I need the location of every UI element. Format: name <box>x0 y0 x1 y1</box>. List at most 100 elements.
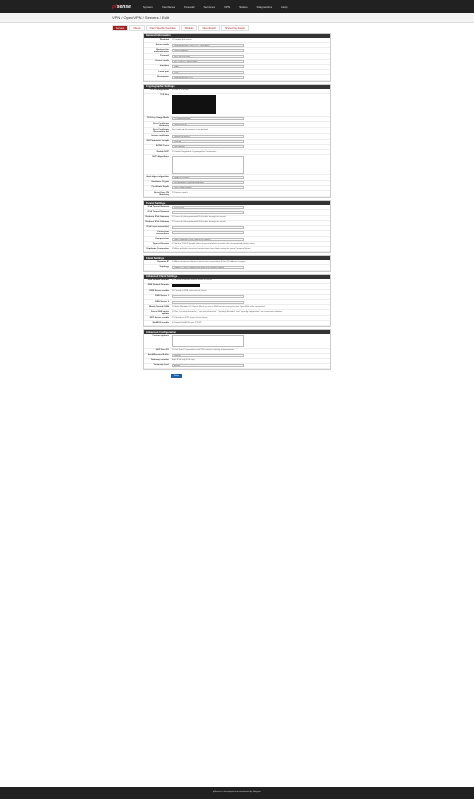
input-field[interactable] <box>172 295 244 299</box>
input-field[interactable]: Remote Access VPN <box>172 75 244 79</box>
input-field[interactable] <box>172 226 244 230</box>
input-field[interactable]: WAN <box>172 65 244 69</box>
nav-item-system[interactable]: System <box>143 5 153 9</box>
input-field[interactable]: Default <box>172 354 244 358</box>
field-value: ☑ Use a TLS Key <box>172 89 330 92</box>
field-label: Server mode <box>155 43 169 46</box>
input-field[interactable]: Remote Access ( SSL/TLS + User Auth ) <box>172 43 244 47</box>
nav-item-services[interactable]: Services <box>203 5 215 9</box>
checkbox-label: Force all client-generated IPv4 traffic … <box>174 216 227 219</box>
checkbox-label: Make Windows 10 Clients Block access to … <box>174 305 265 308</box>
tab-servers[interactable]: Servers <box>112 25 129 31</box>
input-field[interactable]: Omit Preference (Use OpenVPN Default) <box>172 237 244 241</box>
input-field[interactable]: default <box>172 364 244 368</box>
field-value: One (Client+Server) <box>172 186 330 190</box>
field-label: Peer Certificate Authority <box>152 122 169 127</box>
field-value <box>172 155 330 174</box>
field-label: IPv4 Local network(s) <box>146 226 170 229</box>
tab-shared-key-export[interactable]: Shared Key Export <box>221 25 250 31</box>
field-value: UDP on IPv4 only <box>172 55 330 59</box>
checkbox-label: Disable this server <box>174 38 192 41</box>
nav-item-firewall[interactable]: Firewall <box>184 5 194 9</box>
field-label: Hardware Crypto <box>151 181 169 184</box>
input-field[interactable] <box>172 231 244 235</box>
static-text: Both IPv4 only IPv6 only <box>172 359 195 362</box>
input-field[interactable]: tun - Layer 3 Tunnel Mode <box>172 60 244 64</box>
nav-item-status[interactable]: Status <box>239 5 248 9</box>
section-client-settings: Client Settings Dynamic IP ☑ Allow connect… <box>143 255 331 272</box>
form-row: NCP Algorithms <box>144 155 330 176</box>
input-field[interactable]: TLS Authentication <box>172 117 244 121</box>
field-value: Remote Access ( SSL/TLS + User Auth ) <box>172 43 330 47</box>
footer: pfSense is developed and maintained by N… <box>0 787 474 799</box>
input-field[interactable]: Subnet -- One IP address per client in a… <box>172 265 244 269</box>
tab-wizards[interactable]: Wizards <box>180 25 198 31</box>
input-field[interactable]: 1194 <box>172 70 244 74</box>
nav-item-interfaces[interactable]: Interfaces <box>162 5 175 9</box>
input-field[interactable] <box>172 300 244 304</box>
section-cryptographic-settings: Cryptographic Settings TLS Configuration ☑… <box>143 83 331 199</box>
checkbox-label: Provide an NTP server list to clients <box>174 316 208 319</box>
section-body: IPv4 Tunnel Network 10.0.8.0/24 IPv6 Tunne… <box>144 205 330 253</box>
input-field[interactable]: One (Client+Server) <box>172 186 244 190</box>
server-edit-form: General Information Disabled ☑ Disable thi… <box>143 33 331 379</box>
save-button[interactable]: Save <box>171 374 182 379</box>
field-label: TLS Key Usage Mode <box>146 117 169 120</box>
input-field[interactable]: No Hardware Crypto Acceleration <box>172 181 244 185</box>
field-label: Local port <box>158 70 169 73</box>
nav-item-help[interactable]: Help <box>281 5 287 9</box>
tab-clients[interactable]: Clients <box>129 25 145 31</box>
tab-strip: Servers Clients Client Specific Overrides W… <box>112 25 362 31</box>
section-body: Dynamic IP ☑ Allow connected clients to r… <box>144 260 330 271</box>
field-value: TLS Authentication <box>172 117 330 121</box>
algorithm-list[interactable] <box>172 155 244 174</box>
input-field[interactable]: UDP on IPv4 only <box>172 55 244 59</box>
section-body: Disabled ☑ Disable this server Server mode… <box>144 38 330 81</box>
input-field[interactable]: Local Database <box>172 48 244 52</box>
field-value: No Certificate Revocation Lists defined. <box>172 129 330 133</box>
custom-options-textarea[interactable] <box>172 334 244 347</box>
breadcrumb-bar: VPN / OpenVPN / Servers / Edit <box>0 13 474 23</box>
field-label: TLS Key <box>160 94 169 97</box>
field-label: Send/Receive Buffer <box>147 354 169 357</box>
input-field[interactable]: OpenVPN-Server <box>172 134 244 138</box>
field-value: ☑ Use fast I/O operations with UDP write… <box>172 349 330 352</box>
input-field[interactable] <box>172 211 244 214</box>
field-value: ☑ Set the TOS IP header value of tunnel … <box>172 243 330 246</box>
field-label: Type-of-Service <box>152 242 169 245</box>
field-value <box>172 284 330 288</box>
input-field[interactable]: 10.0.8.0/24 <box>172 205 244 209</box>
main-menu: System Interfaces Firewall Services VPN Statu… <box>143 5 296 9</box>
nav-item-vpn[interactable]: VPN <box>224 5 230 9</box>
input-field[interactable]: 2048 bit <box>172 140 244 144</box>
nav-item-diagnostics[interactable]: Diagnostics <box>257 5 273 9</box>
field-value: ☑ Provide a default domain name to clien… <box>172 279 330 282</box>
tab-client-export[interactable]: Client Export <box>198 25 221 31</box>
checkbox-label: Enable NetBIOS over TCP/IP <box>174 321 202 324</box>
field-value: 2048 bit <box>172 140 330 144</box>
field-label: Description <box>156 75 169 78</box>
section-body: TLS Configuration ☑ Use a TLS Key TLS Key T… <box>144 88 330 198</box>
field-label: Interface <box>159 65 169 68</box>
field-label: Custom options <box>152 334 169 337</box>
field-value: ☑ Provide an NTP server list to clients <box>172 317 330 320</box>
field-label: DNS Default Domain <box>147 284 169 287</box>
field-label: Certificate Depth <box>151 186 169 189</box>
tab-client-specific-overrides[interactable]: Client Specific Overrides <box>145 25 180 31</box>
input-field[interactable]: SHA256 (256-bit) <box>172 175 244 179</box>
breadcrumb[interactable]: VPN / OpenVPN / Servers / Edit <box>112 15 474 20</box>
checkbox-label: Provide a default domain name to clients <box>174 279 212 282</box>
checkbox-label: Allow connected clients to retain their … <box>174 260 247 263</box>
field-value: tun - Layer 3 Tunnel Mode <box>172 60 330 64</box>
field-label: NTP Server enable <box>149 316 169 319</box>
field-value: SHA256 (256-bit) <box>172 175 330 179</box>
field-label: Protocol <box>160 55 169 58</box>
top-navbar: pfsense System Interfaces Firewall Services… <box>0 0 474 13</box>
pfsense-logo[interactable]: pfsense <box>112 4 131 10</box>
input-field[interactable]: Use Default <box>172 145 244 149</box>
field-value: ☑ Provide a DNS server list to clients <box>172 290 330 293</box>
input-field[interactable]: OpenVPN-CA <box>172 122 244 126</box>
field-value <box>172 334 330 347</box>
field-value: ☑ Enable NetBIOS over TCP/IP <box>172 322 330 325</box>
checkbox-label: Allow multiple concurrent connections fr… <box>174 247 251 250</box>
